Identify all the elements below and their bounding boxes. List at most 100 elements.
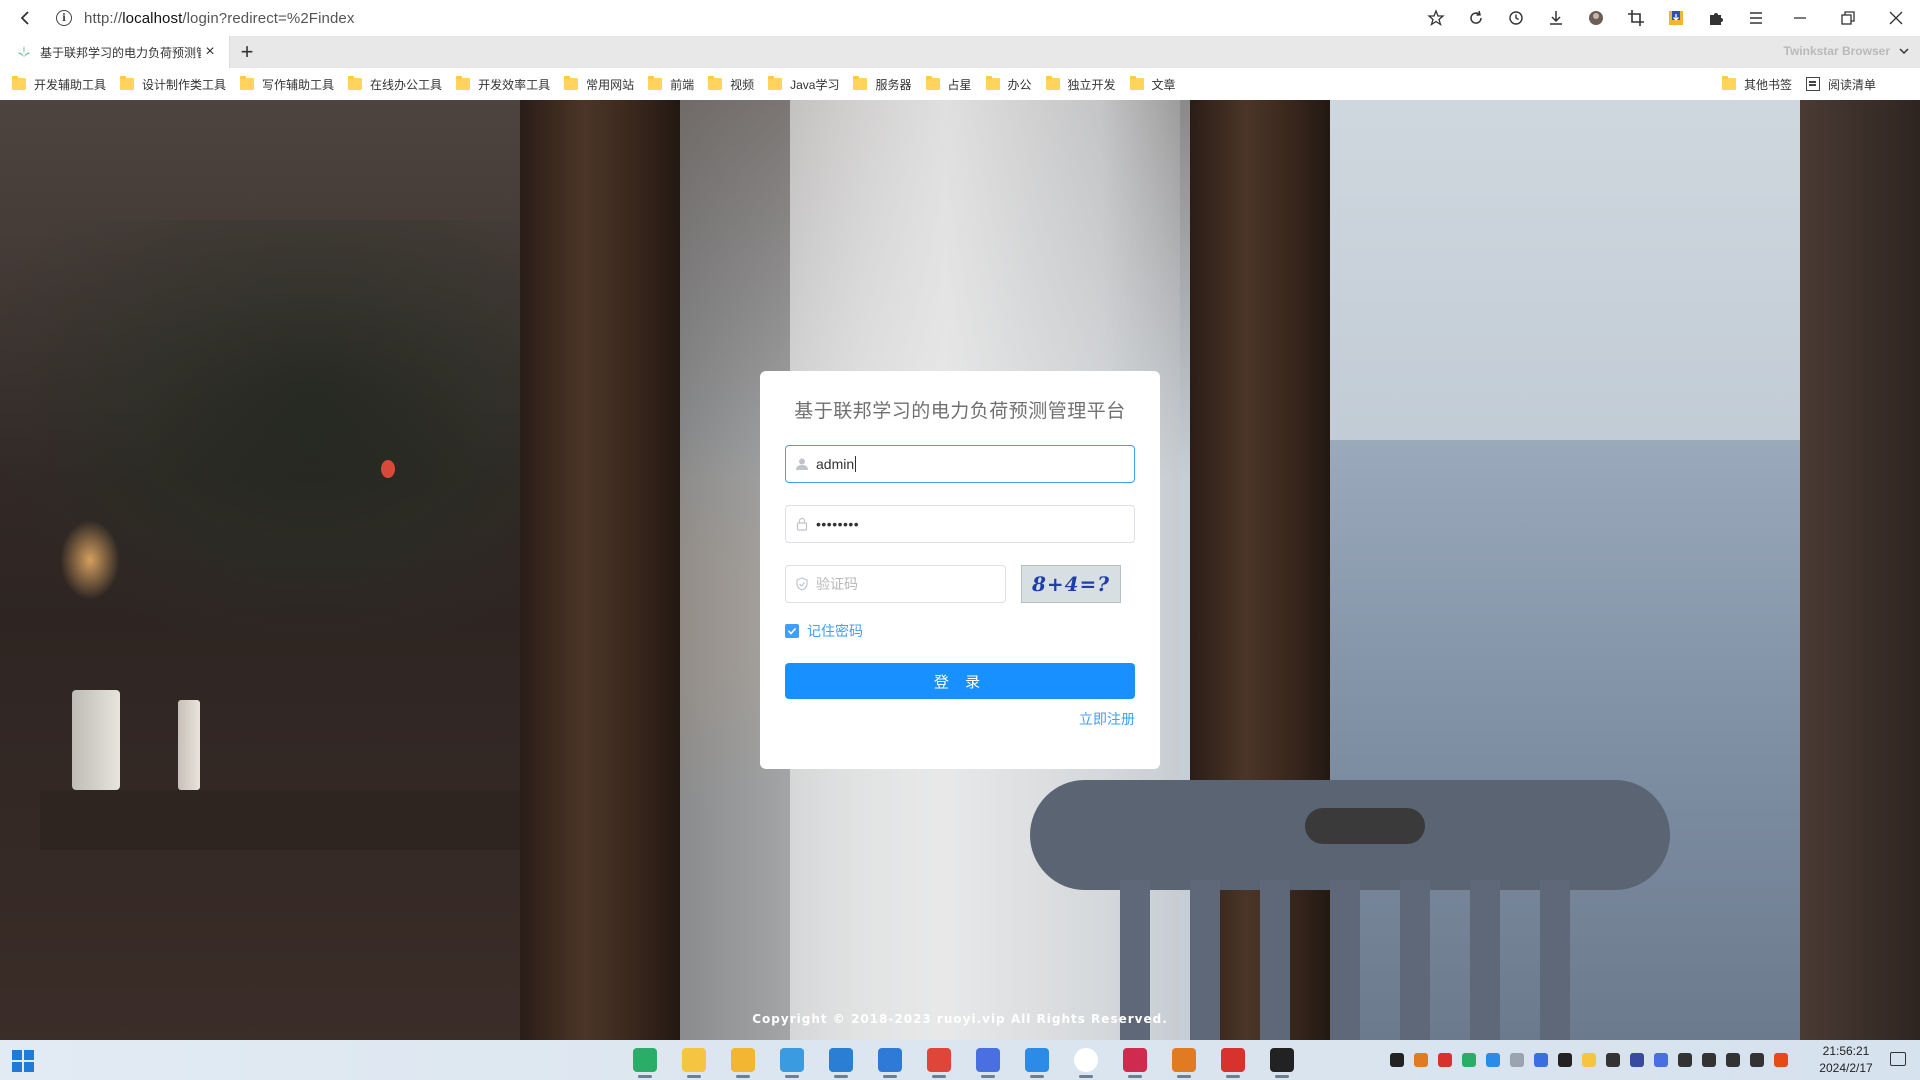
running-indicator <box>834 1075 848 1078</box>
recorder-icon <box>1269 1048 1294 1072</box>
login-button[interactable]: 登 录 <box>785 663 1135 699</box>
bookmark-folder[interactable]: 视频 <box>708 76 754 93</box>
captcha-image[interactable]: 8+4=? <box>1021 565 1121 603</box>
chevron-down-icon[interactable] <box>1898 45 1910 57</box>
username-field[interactable]: admin <box>785 445 1135 483</box>
other-bookmarks[interactable]: 其他书签 <box>1721 76 1792 93</box>
taskbar-app[interactable] <box>1061 1040 1110 1080</box>
running-indicator <box>883 1075 897 1078</box>
download-button[interactable] <box>1536 0 1576 36</box>
bookmark-folder[interactable]: 办公 <box>985 76 1032 93</box>
taskbar-app[interactable] <box>865 1040 914 1080</box>
register-link[interactable]: 立即注册 <box>785 709 1135 729</box>
bookmark-folder[interactable]: 开发辅助工具 <box>12 76 106 93</box>
captcha-field[interactable]: 验证码 <box>785 565 1006 603</box>
taskbar-app[interactable] <box>1208 1040 1257 1080</box>
bookmark-folder[interactable]: 独立开发 <box>1045 76 1116 93</box>
tab-title: 基于联邦学习的电力负荷预测管 <box>40 45 201 60</box>
taskbar-app[interactable] <box>914 1040 963 1080</box>
crop-button[interactable] <box>1616 0 1656 36</box>
profile-button[interactable] <box>1576 0 1616 36</box>
taskbar-app[interactable] <box>1110 1040 1159 1080</box>
reading-list[interactable]: 阅读清单 <box>1805 76 1876 93</box>
other-bookmarks-label: 其他书签 <box>1743 77 1792 92</box>
mic-icon[interactable] <box>1678 1053 1692 1067</box>
site-info-icon[interactable]: i <box>56 10 72 26</box>
bookmark-folder[interactable]: 写作辅助工具 <box>240 76 334 93</box>
tab-login[interactable]: 基于联邦学习的电力负荷预测管 × <box>0 36 230 68</box>
running-indicator <box>1030 1075 1044 1078</box>
wifi-icon[interactable] <box>1702 1053 1716 1067</box>
taskbar-app[interactable] <box>718 1040 767 1080</box>
qq-icon[interactable] <box>1390 1053 1404 1067</box>
sogou-icon[interactable] <box>1774 1053 1788 1067</box>
folder-icon <box>456 76 471 90</box>
running-indicator <box>785 1075 799 1078</box>
running-indicator <box>1275 1075 1289 1078</box>
folder-icon <box>1721 76 1736 90</box>
taskbar-clock[interactable]: 21:56:21 2024/2/17 <box>1810 1043 1882 1077</box>
chat-tray-icon[interactable] <box>1630 1053 1644 1067</box>
ime-icon[interactable] <box>1750 1053 1764 1067</box>
system-tray <box>1390 1040 1798 1080</box>
bookmark-folder[interactable]: 服务器 <box>853 76 912 93</box>
remember-password[interactable]: 记住密码 <box>785 621 1135 641</box>
password-value: •••••••• <box>816 516 860 532</box>
close-window-button[interactable] <box>1872 0 1920 36</box>
app-tray-icon[interactable] <box>1510 1053 1524 1067</box>
wechat-tray-icon[interactable] <box>1462 1053 1476 1067</box>
url-field[interactable]: http://localhost/login?redirect=%2Findex <box>84 10 354 27</box>
bookmark-folder[interactable]: 常用网站 <box>564 76 634 93</box>
volume-icon[interactable] <box>1726 1053 1740 1067</box>
restore-button[interactable] <box>1824 0 1872 36</box>
app-share-icon <box>975 1048 1000 1072</box>
new-tab-button[interactable]: + <box>230 36 264 68</box>
reload-button[interactable] <box>1456 0 1496 36</box>
bookmark-folder[interactable]: 设计制作类工具 <box>120 76 226 93</box>
sync-tray-icon[interactable] <box>1654 1053 1668 1067</box>
password-field[interactable]: •••••••• <box>785 505 1135 543</box>
taskbar-app[interactable] <box>767 1040 816 1080</box>
start-button[interactable] <box>12 1050 34 1072</box>
bookmark-folder[interactable]: 开发效率工具 <box>456 76 550 93</box>
minimize-button[interactable] <box>1776 0 1824 36</box>
running-indicator <box>687 1075 701 1078</box>
taskbar-app[interactable] <box>1159 1040 1208 1080</box>
search-tray-icon[interactable] <box>1414 1053 1428 1067</box>
bookmark-folder[interactable]: 文章 <box>1129 76 1176 93</box>
taskbar-app[interactable] <box>669 1040 718 1080</box>
extensions-button[interactable] <box>1696 0 1736 36</box>
notion-tray-icon[interactable] <box>1558 1053 1572 1067</box>
captcha-code: 8+4=? <box>1031 572 1111 596</box>
photos-tray-icon[interactable] <box>1486 1053 1500 1067</box>
reading-list-label: 阅读清单 <box>1827 77 1876 92</box>
taskbar-app[interactable] <box>963 1040 1012 1080</box>
history-button[interactable] <box>1496 0 1536 36</box>
feishu-tray-icon[interactable] <box>1534 1053 1548 1067</box>
tab-close-icon[interactable]: × <box>201 43 219 61</box>
folder-tray-icon[interactable] <box>1582 1053 1596 1067</box>
bookmark-folder[interactable]: 前端 <box>648 76 694 93</box>
menu-button[interactable] <box>1736 0 1776 36</box>
record-tray-icon[interactable] <box>1438 1053 1452 1067</box>
taskbar-app[interactable] <box>620 1040 669 1080</box>
back-button[interactable] <box>0 0 50 36</box>
bookmark-folder[interactable]: 占星 <box>925 76 972 93</box>
checkmark-icon <box>787 627 797 635</box>
clock-date: 2024/2/17 <box>1819 1061 1873 1075</box>
circle-app-icon <box>1073 1048 1098 1072</box>
captcha-placeholder: 验证码 <box>816 576 858 592</box>
extension-button[interactable] <box>1656 0 1696 36</box>
taskbar-app[interactable] <box>1257 1040 1306 1080</box>
extension-download-icon <box>1669 11 1683 25</box>
game-tray-icon[interactable] <box>1606 1053 1620 1067</box>
close-icon <box>1889 11 1903 25</box>
bookmark-star-button[interactable] <box>1416 0 1456 36</box>
bookmark-folder[interactable]: Java学习 <box>768 76 839 93</box>
taskbar-app[interactable] <box>816 1040 865 1080</box>
bookmark-folder[interactable]: 在线办公工具 <box>348 76 442 93</box>
taskbar-app[interactable] <box>1012 1040 1061 1080</box>
address-bar: i http://localhost/login?redirect=%2Find… <box>0 0 1920 36</box>
notification-icon[interactable] <box>1890 1052 1906 1066</box>
remember-checkbox[interactable] <box>785 624 799 638</box>
